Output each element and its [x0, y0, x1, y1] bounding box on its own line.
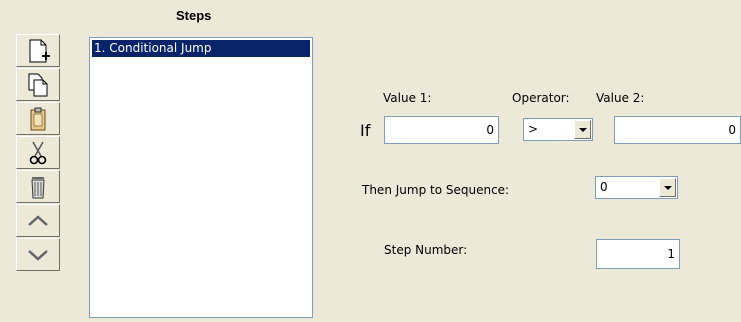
move-down-button[interactable]: [16, 238, 60, 271]
new-step-button[interactable]: [16, 34, 60, 67]
copy-icon: [28, 73, 48, 96]
operator-select[interactable]: >: [523, 118, 593, 141]
chevron-down-icon: [663, 185, 672, 190]
value2-label: Value 2:: [596, 91, 645, 105]
move-up-button[interactable]: [16, 204, 60, 237]
paste-button[interactable]: [16, 102, 60, 135]
paste-icon: [30, 107, 46, 130]
steps-toolbar: [16, 34, 62, 272]
delete-icon: [31, 176, 45, 198]
value2-input[interactable]: 0: [614, 116, 741, 144]
value1-label: Value 1:: [383, 91, 432, 105]
jump-sequence-label: Then Jump to Sequence:: [362, 183, 510, 197]
move-down-icon: [28, 249, 48, 261]
steps-title: Steps: [176, 8, 212, 23]
new-step-icon: [29, 39, 50, 62]
sequence-dropdown-button[interactable]: [659, 178, 676, 197]
value1-input[interactable]: 0: [384, 116, 499, 144]
operator-label: Operator:: [512, 91, 570, 105]
delete-button[interactable]: [16, 170, 60, 203]
step-number-label: Step Number:: [384, 243, 468, 257]
if-label: If: [360, 121, 371, 140]
operator-dropdown-button[interactable]: [574, 120, 591, 139]
step-number-input[interactable]: 1: [596, 239, 680, 269]
sequence-value: 0: [600, 180, 608, 194]
cut-icon: [29, 141, 47, 164]
copy-button[interactable]: [16, 68, 60, 101]
cut-button[interactable]: [16, 136, 60, 169]
list-item[interactable]: 1. Conditional Jump: [92, 40, 310, 57]
move-up-icon: [28, 214, 48, 226]
sequence-select[interactable]: 0: [595, 176, 678, 199]
chevron-down-icon: [578, 127, 587, 132]
steps-list[interactable]: 1. Conditional Jump: [89, 37, 313, 318]
operator-value: >: [528, 122, 539, 136]
